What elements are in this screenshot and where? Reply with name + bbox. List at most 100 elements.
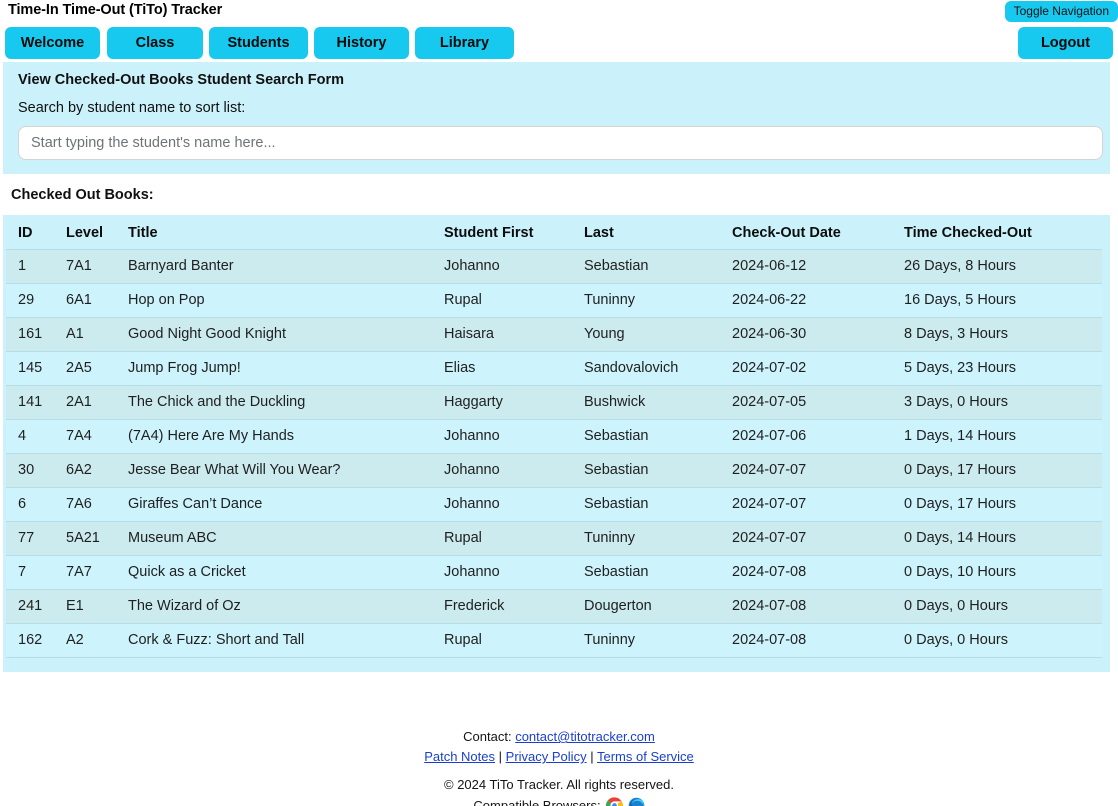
table-row[interactable]: 775A21Museum ABCRupalTuninny2024-07-070 … bbox=[6, 522, 1102, 556]
cell-last: Sebastian bbox=[572, 454, 720, 488]
cell-title: Quick as a Cricket bbox=[116, 556, 432, 590]
cell-checkout-date: 2024-07-07 bbox=[720, 522, 892, 556]
cell-last: Sebastian bbox=[572, 488, 720, 522]
cell-level: E1 bbox=[54, 590, 116, 624]
column-header-id[interactable]: ID bbox=[6, 218, 54, 250]
nav-item-history[interactable]: History bbox=[314, 27, 409, 59]
nav-item-class[interactable]: Class bbox=[107, 27, 203, 59]
column-header-checkout-date[interactable]: Check-Out Date bbox=[720, 218, 892, 250]
cell-level: 2A5 bbox=[54, 352, 116, 386]
column-header-student-first[interactable]: Student First bbox=[432, 218, 572, 250]
contact-label: Contact: bbox=[463, 729, 511, 744]
cell-time-checked-out: 26 Days, 8 Hours bbox=[892, 250, 1102, 284]
cell-time-checked-out: 0 Days, 10 Hours bbox=[892, 556, 1102, 590]
cell-checkout-date: 2024-07-08 bbox=[720, 590, 892, 624]
cell-level: 7A7 bbox=[54, 556, 116, 590]
table-row[interactable]: 77A7Quick as a CricketJohannoSebastian20… bbox=[6, 556, 1102, 590]
terms-of-service-link[interactable]: Terms of Service bbox=[597, 749, 694, 764]
table-body: 17A1Barnyard BanterJohannoSebastian2024-… bbox=[6, 250, 1102, 658]
cell-level: 2A1 bbox=[54, 386, 116, 420]
cell-level: 5A21 bbox=[54, 522, 116, 556]
cell-last: Young bbox=[572, 318, 720, 352]
column-header-title[interactable]: Title bbox=[116, 218, 432, 250]
cell-title: (7A4) Here Are My Hands bbox=[116, 420, 432, 454]
cell-checkout-date: 2024-06-12 bbox=[720, 250, 892, 284]
cell-last: Sebastian bbox=[572, 420, 720, 454]
privacy-policy-link[interactable]: Privacy Policy bbox=[506, 749, 587, 764]
cell-id: 161 bbox=[6, 318, 54, 352]
cell-student-first: Johanno bbox=[432, 488, 572, 522]
cell-student-first: Haggarty bbox=[432, 386, 572, 420]
table-row[interactable]: 306A2Jesse Bear What Will You Wear?Johan… bbox=[6, 454, 1102, 488]
table-row[interactable]: 161A1Good Night Good KnightHaisaraYoung2… bbox=[6, 318, 1102, 352]
table-row[interactable]: 47A4(7A4) Here Are My HandsJohannoSebast… bbox=[6, 420, 1102, 454]
cell-title: Cork & Fuzz: Short and Tall bbox=[116, 624, 432, 658]
edge-icon bbox=[628, 797, 645, 806]
cell-time-checked-out: 0 Days, 17 Hours bbox=[892, 488, 1102, 522]
cell-time-checked-out: 8 Days, 3 Hours bbox=[892, 318, 1102, 352]
nav-item-library[interactable]: Library bbox=[415, 27, 514, 59]
cell-title: Giraffes Can’t Dance bbox=[116, 488, 432, 522]
table-heading: Checked Out Books: bbox=[3, 174, 1110, 215]
student-search-input[interactable] bbox=[18, 126, 1103, 160]
cell-id: 29 bbox=[6, 284, 54, 318]
cell-student-first: Johanno bbox=[432, 454, 572, 488]
toggle-navigation-button[interactable]: Toggle Navigation bbox=[1005, 1, 1118, 22]
student-search-form: View Checked-Out Books Student Search Fo… bbox=[3, 62, 1110, 174]
nav-item-students[interactable]: Students bbox=[209, 27, 308, 59]
cell-id: 162 bbox=[6, 624, 54, 658]
column-header-last[interactable]: Last bbox=[572, 218, 720, 250]
table-container: ID Level Title Student First Last Check-… bbox=[3, 215, 1110, 672]
table-header-row: ID Level Title Student First Last Check-… bbox=[6, 218, 1102, 250]
cell-title: Jesse Bear What Will You Wear? bbox=[116, 454, 432, 488]
table-row[interactable]: 1452A5Jump Frog Jump!EliasSandovalovich2… bbox=[6, 352, 1102, 386]
contact-line: Contact: contact@titotracker.com bbox=[0, 727, 1118, 746]
cell-title: Barnyard Banter bbox=[116, 250, 432, 284]
cell-student-first: Rupal bbox=[432, 522, 572, 556]
column-header-level[interactable]: Level bbox=[54, 218, 116, 250]
cell-id: 77 bbox=[6, 522, 54, 556]
patch-notes-link[interactable]: Patch Notes bbox=[424, 749, 495, 764]
cell-level: 6A1 bbox=[54, 284, 116, 318]
cell-title: Museum ABC bbox=[116, 522, 432, 556]
cell-last: Sandovalovich bbox=[572, 352, 720, 386]
cell-checkout-date: 2024-07-05 bbox=[720, 386, 892, 420]
cell-time-checked-out: 1 Days, 14 Hours bbox=[892, 420, 1102, 454]
cell-time-checked-out: 5 Days, 23 Hours bbox=[892, 352, 1102, 386]
cell-level: A1 bbox=[54, 318, 116, 352]
cell-title: Hop on Pop bbox=[116, 284, 432, 318]
cell-time-checked-out: 3 Days, 0 Hours bbox=[892, 386, 1102, 420]
cell-student-first: Rupal bbox=[432, 284, 572, 318]
cell-student-first: Elias bbox=[432, 352, 572, 386]
table-row[interactable]: 17A1Barnyard BanterJohannoSebastian2024-… bbox=[6, 250, 1102, 284]
contact-email-link[interactable]: contact@titotracker.com bbox=[515, 729, 655, 744]
cell-time-checked-out: 0 Days, 0 Hours bbox=[892, 590, 1102, 624]
table-row[interactable]: 162A2Cork & Fuzz: Short and TallRupalTun… bbox=[6, 624, 1102, 658]
cell-level: 7A1 bbox=[54, 250, 116, 284]
cell-checkout-date: 2024-06-30 bbox=[720, 318, 892, 352]
table-row[interactable]: 296A1Hop on PopRupalTuninny2024-06-2216 … bbox=[6, 284, 1102, 318]
search-form-title: View Checked-Out Books Student Search Fo… bbox=[18, 71, 1100, 90]
table-row[interactable]: 241E1The Wizard of OzFrederickDougerton2… bbox=[6, 590, 1102, 624]
column-header-time-checked-out[interactable]: Time Checked-Out bbox=[892, 218, 1102, 250]
cell-title: Good Night Good Knight bbox=[116, 318, 432, 352]
cell-student-first: Johanno bbox=[432, 556, 572, 590]
table-row[interactable]: 67A6Giraffes Can’t DanceJohannoSebastian… bbox=[6, 488, 1102, 522]
logout-button[interactable]: Logout bbox=[1018, 27, 1113, 59]
table-header: ID Level Title Student First Last Check-… bbox=[6, 218, 1102, 250]
compatible-browsers-label: Compatible Browsers: bbox=[473, 796, 600, 806]
cell-last: Bushwick bbox=[572, 386, 720, 420]
cell-level: 7A4 bbox=[54, 420, 116, 454]
footer-separator-2: | bbox=[590, 749, 593, 764]
nav-item-welcome[interactable]: Welcome bbox=[5, 27, 100, 59]
cell-id: 1 bbox=[6, 250, 54, 284]
cell-last: Dougerton bbox=[572, 590, 720, 624]
cell-time-checked-out: 0 Days, 0 Hours bbox=[892, 624, 1102, 658]
search-input-label: Search by student name to sort list: bbox=[18, 99, 1100, 118]
cell-title: Jump Frog Jump! bbox=[116, 352, 432, 386]
cell-id: 145 bbox=[6, 352, 54, 386]
cell-title: The Wizard of Oz bbox=[116, 590, 432, 624]
cell-id: 30 bbox=[6, 454, 54, 488]
table-row[interactable]: 1412A1The Chick and the DucklingHaggarty… bbox=[6, 386, 1102, 420]
cell-id: 4 bbox=[6, 420, 54, 454]
